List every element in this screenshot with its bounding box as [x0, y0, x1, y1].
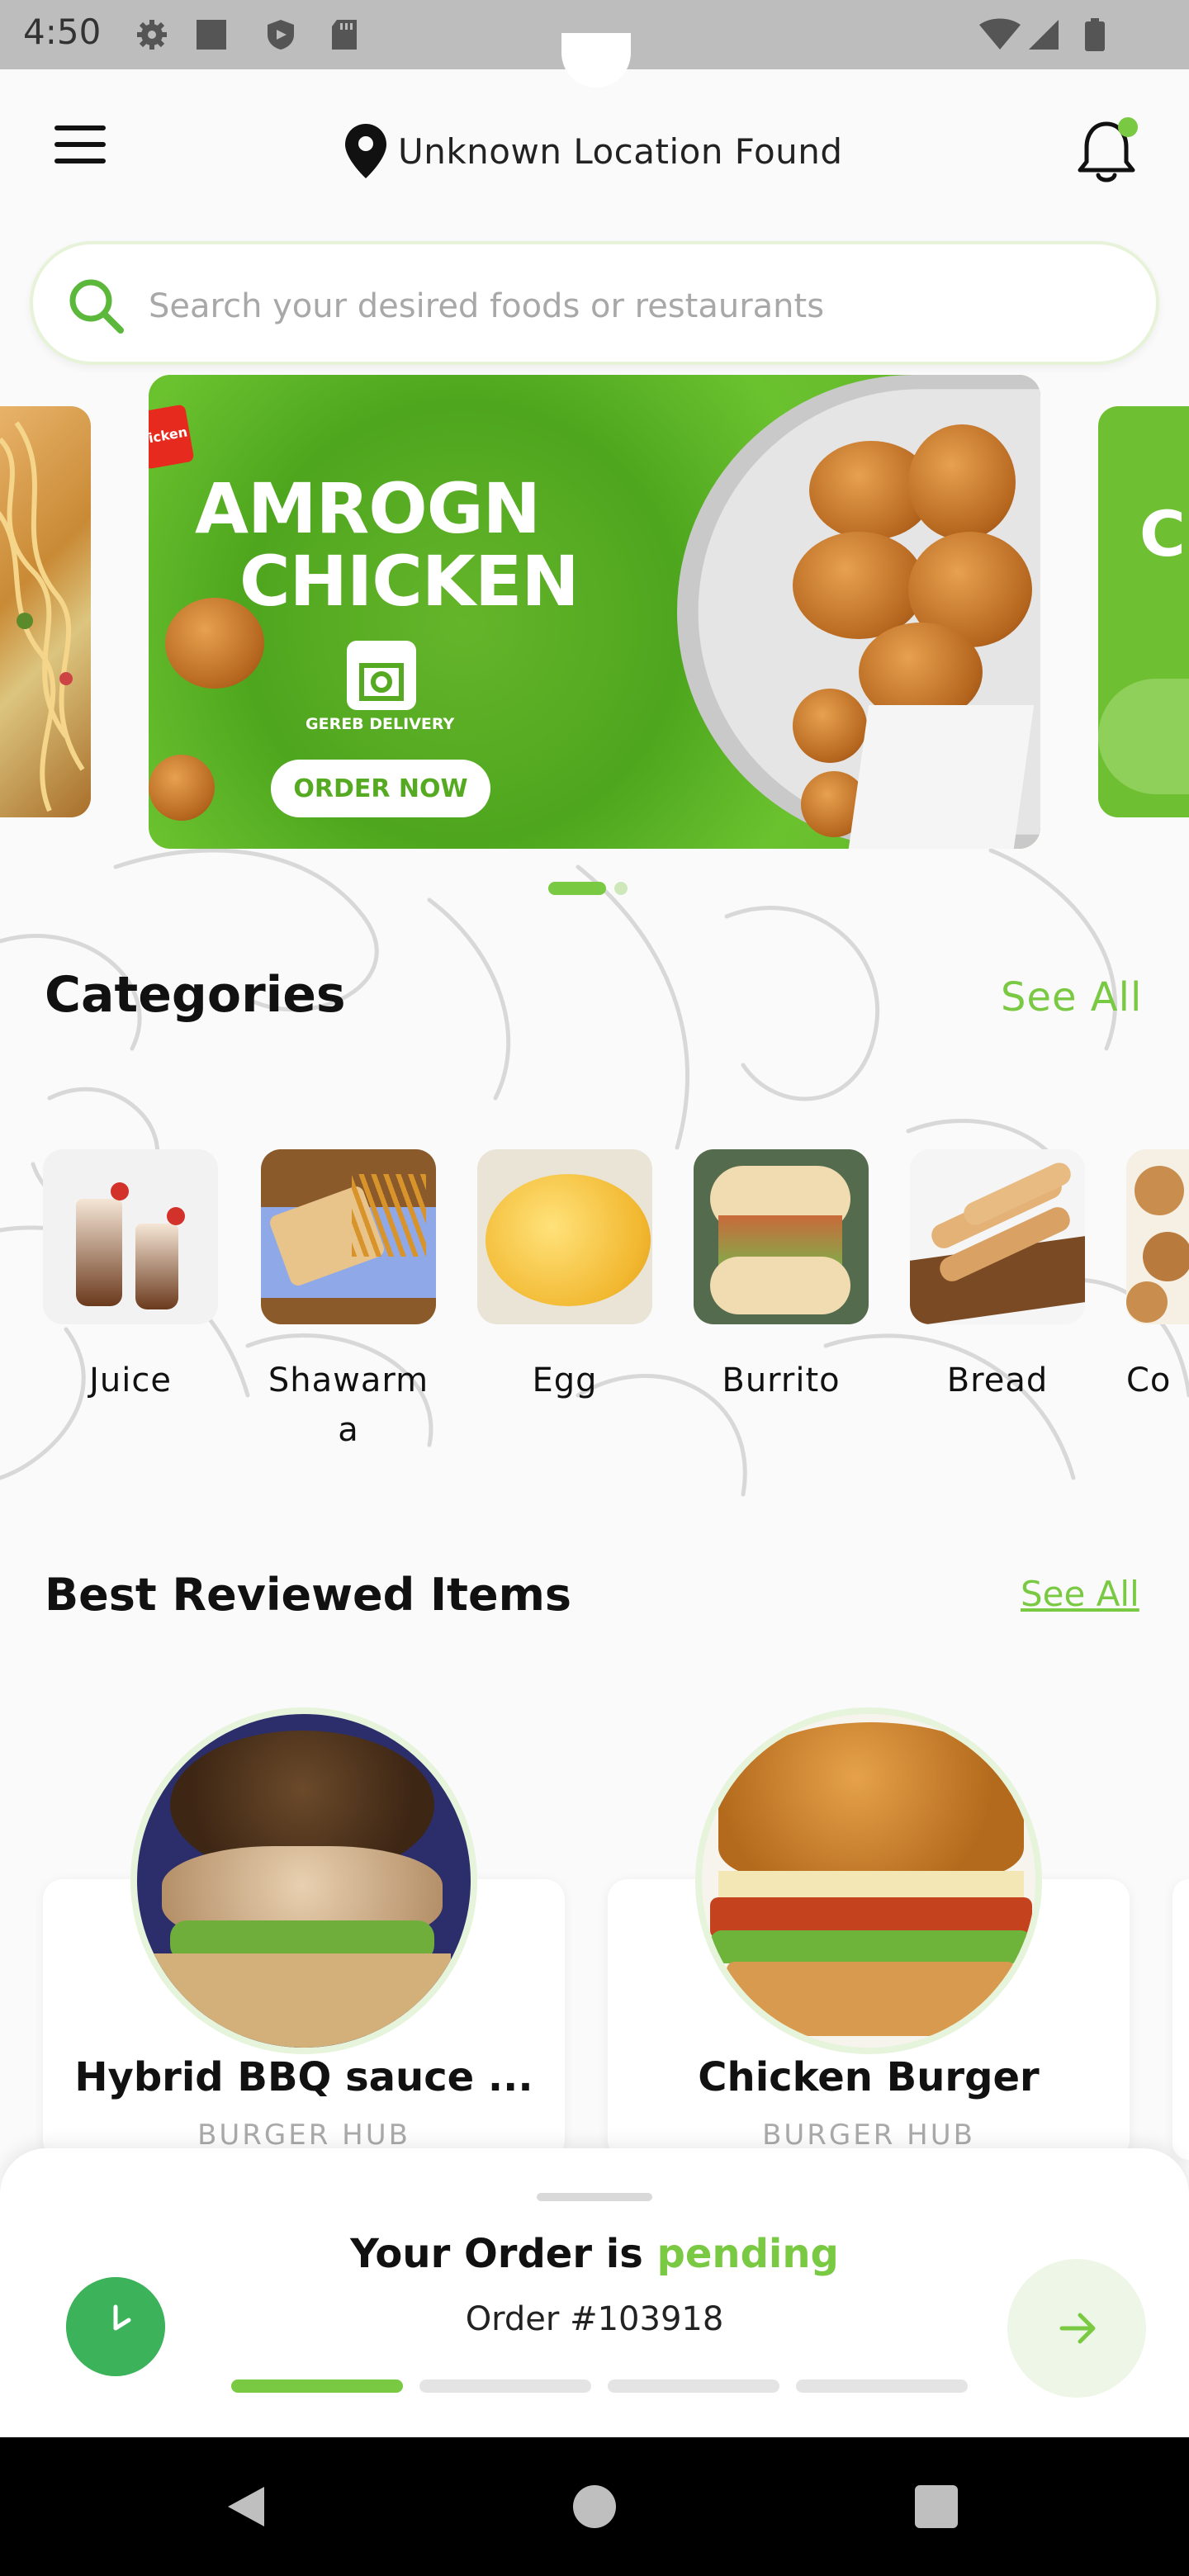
- sheet-handle[interactable]: [537, 2193, 652, 2201]
- chicken-burger-image: [695, 1707, 1042, 2054]
- categories-title: Categories: [45, 966, 346, 1024]
- egg-image: [477, 1149, 652, 1324]
- menu-icon: [54, 125, 106, 130]
- system-navigation-bar: [0, 2437, 1189, 2576]
- cookies-image: [1126, 1149, 1189, 1324]
- category-burrito[interactable]: Burrito: [694, 1149, 869, 1405]
- item-card-peek[interactable]: [1172, 1879, 1189, 2160]
- battery-icon: [1085, 18, 1105, 51]
- category-bread[interactable]: Bread: [910, 1149, 1085, 1405]
- juice-image: [43, 1149, 218, 1324]
- progress-step: [419, 2379, 591, 2393]
- settings-icon: [137, 20, 167, 50]
- progress-step: [608, 2379, 779, 2393]
- pagination-dot-active[interactable]: [548, 882, 606, 895]
- promo-banner[interactable]: icken AMROGN CHICKEN GEREB DELIVERY ORDE…: [149, 375, 1040, 849]
- recent-apps-icon[interactable]: [915, 2485, 958, 2528]
- category-label: Burrito: [722, 1361, 841, 1399]
- search-input[interactable]: [147, 277, 1121, 335]
- location-text: Unknown Location Found: [398, 130, 843, 172]
- bowl-image: [1098, 679, 1189, 794]
- menu-button[interactable]: [50, 125, 111, 175]
- home-icon[interactable]: [573, 2485, 616, 2528]
- progress-step: [796, 2379, 968, 2393]
- notification-bell-icon[interactable]: [1073, 116, 1139, 187]
- order-now-button[interactable]: ORDER NOW: [271, 760, 490, 817]
- banner-next[interactable]: Cl: [1098, 406, 1189, 817]
- noodles-image: [0, 421, 85, 812]
- category-label: Co: [1126, 1361, 1172, 1399]
- order-progress: [231, 2379, 968, 2393]
- category-egg[interactable]: Egg: [477, 1149, 652, 1405]
- arrow-right-icon: [1059, 2313, 1096, 2344]
- item-restaurant: BURGER HUB: [197, 2119, 410, 2152]
- item-name: Hybrid BBQ sauce ...: [74, 2054, 533, 2100]
- categories-see-all-link[interactable]: See All: [1001, 974, 1142, 1020]
- category-label: Bread: [946, 1361, 1049, 1399]
- image-icon: [197, 20, 226, 50]
- item-restaurant: BURGER HUB: [762, 2119, 975, 2152]
- camera-cutout: [561, 33, 631, 88]
- burrito-image: [694, 1149, 869, 1324]
- back-icon[interactable]: [223, 2484, 269, 2530]
- category-label: Juice: [89, 1361, 172, 1399]
- category-shawarma[interactable]: Shawarma: [261, 1149, 436, 1455]
- search-bar[interactable]: [30, 241, 1159, 365]
- shawarma-image: [261, 1149, 436, 1324]
- best-reviewed-see-all-link[interactable]: See All: [1021, 1574, 1139, 1614]
- best-reviewed-title: Best Reviewed Items: [45, 1569, 571, 1621]
- signal-icon: [1029, 20, 1059, 50]
- order-details-button[interactable]: [1007, 2259, 1146, 2398]
- progress-step-done: [231, 2379, 403, 2393]
- brand-stamp: icken: [149, 404, 195, 470]
- location-pin-icon: [345, 124, 386, 178]
- category-juice[interactable]: Juice: [43, 1149, 218, 1405]
- banner-brand: GEREB DELIVERY: [306, 715, 455, 733]
- search-icon: [69, 279, 124, 334]
- gereb-logo: [347, 641, 416, 710]
- bread-image: [910, 1149, 1085, 1324]
- shield-icon: [268, 20, 294, 50]
- category-label: Shawarma: [268, 1361, 429, 1449]
- banner-pagination: [548, 882, 628, 895]
- banner-previous[interactable]: [0, 406, 91, 817]
- wifi-icon: [979, 18, 1021, 50]
- sd-card-icon: [332, 20, 357, 50]
- order-status-value: pending: [656, 2231, 839, 2277]
- banner-title: AMROGN CHICKEN: [195, 468, 580, 622]
- location-selector[interactable]: Unknown Location Found: [345, 122, 843, 180]
- bbq-burger-image: [130, 1707, 477, 2054]
- item-name: Chicken Burger: [698, 2054, 1040, 2100]
- category-label: Egg: [532, 1361, 598, 1399]
- notification-badge: [1118, 117, 1138, 137]
- status-time: 4:50: [23, 12, 102, 52]
- order-status-sheet[interactable]: Your Order is pending Order #103918: [0, 2148, 1189, 2437]
- pagination-dot[interactable]: [614, 882, 628, 895]
- category-cookies[interactable]: Co: [1126, 1149, 1189, 1405]
